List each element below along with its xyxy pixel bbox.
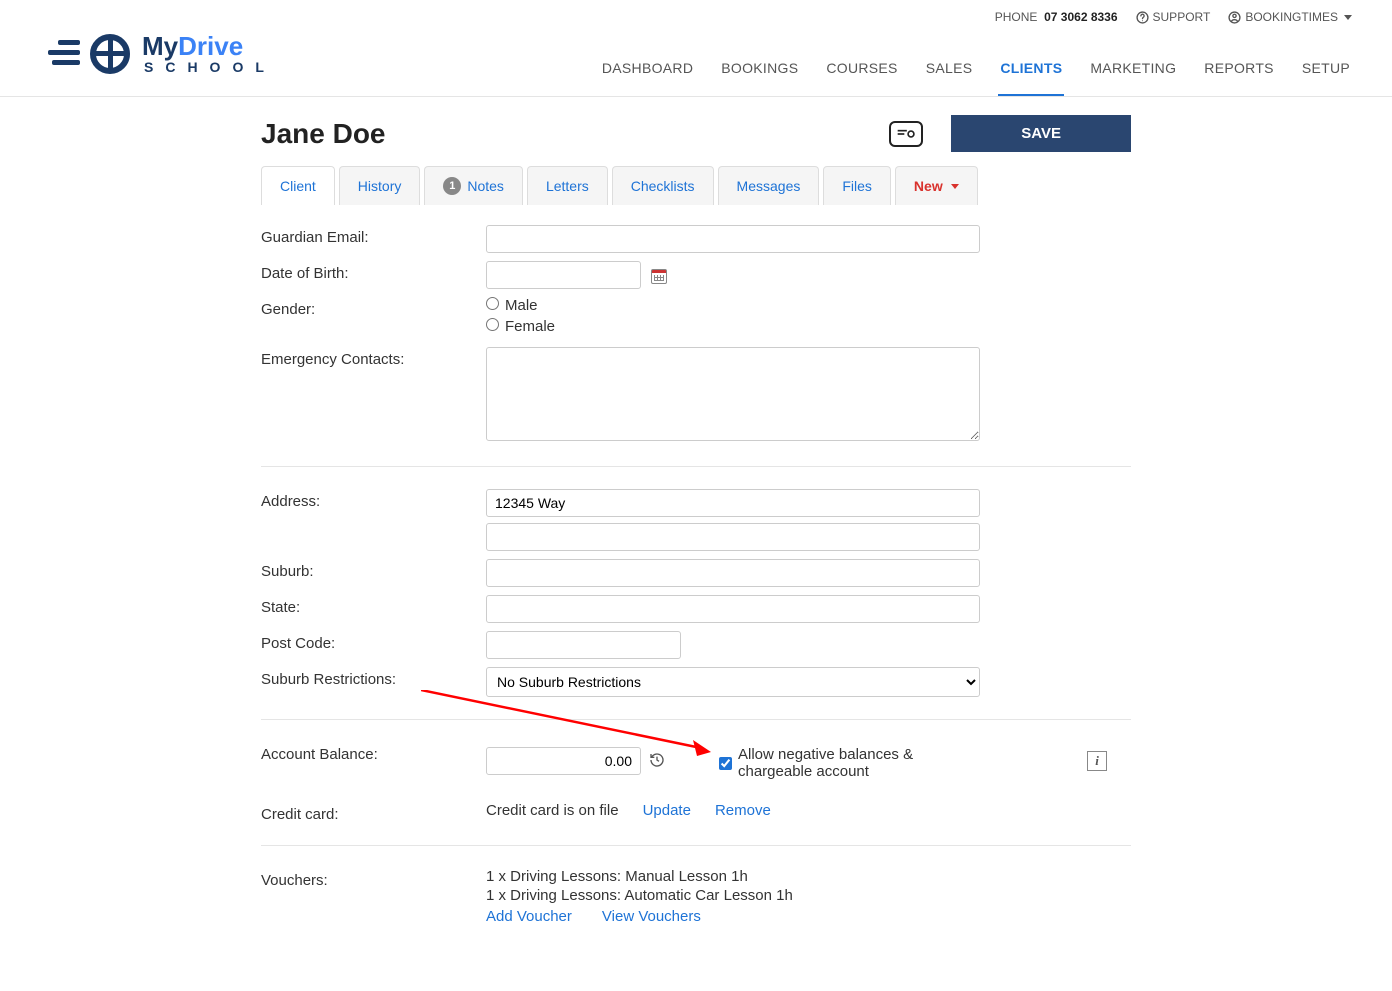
support-link[interactable]: SUPPORT [1136, 10, 1211, 24]
nav-dashboard[interactable]: DASHBOARD [600, 52, 695, 96]
account-menu[interactable]: BOOKINGTIMES [1228, 10, 1352, 24]
emergency-label: Emergency Contacts: [261, 347, 486, 368]
account-balance-input[interactable] [486, 747, 641, 775]
gender-male-option[interactable]: Male [486, 297, 1131, 314]
cc-remove-link[interactable]: Remove [715, 802, 771, 819]
client-tabs: Client History 1Notes Letters Checklists… [261, 166, 1131, 205]
gender-female-option[interactable]: Female [486, 318, 1131, 335]
chevron-down-icon [1344, 15, 1352, 20]
notes-count-badge: 1 [443, 177, 461, 195]
state-input[interactable] [486, 595, 980, 623]
postcode-input[interactable] [486, 631, 681, 659]
add-voucher-link[interactable]: Add Voucher [486, 908, 572, 925]
state-label: State: [261, 595, 486, 616]
nav-setup[interactable]: SETUP [1300, 52, 1352, 96]
tab-files[interactable]: Files [823, 166, 891, 205]
tab-new[interactable]: New [895, 166, 978, 205]
gender-label: Gender: [261, 297, 486, 318]
postcode-label: Post Code: [261, 631, 486, 652]
view-vouchers-link[interactable]: View Vouchers [602, 908, 701, 925]
nav-clients[interactable]: CLIENTS [998, 52, 1064, 96]
cc-update-link[interactable]: Update [643, 802, 691, 819]
nav-marketing[interactable]: MARKETING [1088, 52, 1178, 96]
user-icon [1228, 11, 1241, 24]
suburb-input[interactable] [486, 559, 980, 587]
guardian-email-input[interactable] [486, 225, 980, 253]
logo[interactable]: MyDrive SCHOOL [40, 30, 276, 96]
allow-negative-option[interactable]: Allow negative balances & chargeable acc… [719, 742, 944, 780]
save-button[interactable]: SAVE [951, 115, 1131, 152]
logo-icon [40, 30, 130, 78]
emergency-textarea[interactable] [486, 347, 980, 441]
nav-bookings[interactable]: BOOKINGS [719, 52, 800, 96]
dob-label: Date of Birth: [261, 261, 486, 282]
tab-client[interactable]: Client [261, 166, 335, 205]
tab-messages[interactable]: Messages [718, 166, 820, 205]
voucher-line: 1 x Driving Lessons: Automatic Car Lesso… [486, 887, 1131, 904]
help-icon [1136, 11, 1149, 24]
vouchers-label: Vouchers: [261, 868, 486, 889]
chevron-down-icon [951, 184, 959, 189]
id-card-icon[interactable] [889, 121, 923, 147]
history-icon[interactable] [649, 752, 665, 771]
phone-label: PHONE [995, 10, 1038, 24]
phone-number: 07 3062 8336 [1044, 10, 1117, 24]
account-balance-label: Account Balance: [261, 742, 486, 763]
address-label: Address: [261, 489, 486, 510]
tab-checklists[interactable]: Checklists [612, 166, 714, 205]
suburb-restrictions-label: Suburb Restrictions: [261, 667, 486, 688]
credit-card-status: Credit card is on file [486, 802, 619, 819]
dob-input[interactable] [486, 261, 641, 289]
suburb-label: Suburb: [261, 559, 486, 580]
nav-sales[interactable]: SALES [924, 52, 975, 96]
nav-reports[interactable]: REPORTS [1202, 52, 1276, 96]
allow-negative-checkbox[interactable] [719, 757, 732, 770]
tab-history[interactable]: History [339, 166, 421, 205]
info-icon[interactable]: i [1087, 751, 1107, 771]
logo-subtitle: SCHOOL [144, 59, 276, 75]
guardian-email-label: Guardian Email: [261, 225, 486, 246]
calendar-icon[interactable] [651, 269, 667, 284]
credit-card-label: Credit card: [261, 802, 486, 823]
nav-courses[interactable]: COURSES [824, 52, 899, 96]
tab-notes[interactable]: 1Notes [424, 166, 523, 205]
address-line2-input[interactable] [486, 523, 980, 551]
tab-letters[interactable]: Letters [527, 166, 608, 205]
suburb-restrictions-select[interactable]: No Suburb Restrictions [486, 667, 980, 697]
voucher-line: 1 x Driving Lessons: Manual Lesson 1h [486, 868, 1131, 885]
main-nav: DASHBOARD BOOKINGS COURSES SALES CLIENTS… [600, 52, 1352, 96]
address-line1-input[interactable] [486, 489, 980, 517]
page-title: Jane Doe [261, 118, 386, 150]
